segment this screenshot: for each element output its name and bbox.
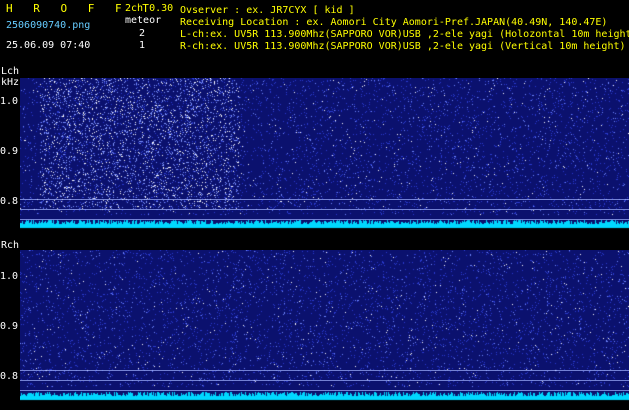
rch-spectrogram (20, 250, 629, 401)
lch-canvas (20, 78, 629, 229)
count-rch: 1 (139, 40, 146, 51)
rch-canvas (20, 250, 629, 401)
lch-info-line: L-ch:ex. UV5R 113.900Mhz(SAPPORO VOR)USB… (180, 29, 629, 40)
rch-marker-line-3 (20, 390, 629, 391)
rch-label: Rch (1, 240, 20, 251)
rch-marker-line-1 (20, 370, 629, 371)
lch-spectrogram (20, 78, 629, 229)
rch-marker-line-2 (20, 380, 629, 381)
rch-freq-1: 1.0 (0, 271, 19, 282)
datetime: 25.06.09 07:40 (6, 40, 91, 51)
type-label: meteor (125, 15, 162, 26)
observer-line: Ovserver : ex. JR7CYX [ kid ] (180, 5, 355, 16)
rch-freq-2: 0.9 (0, 321, 19, 332)
version-label: 2ch 0.30 (125, 3, 174, 14)
lch-freq-2: 0.9 (0, 146, 19, 157)
filename: 2506090740.png (6, 20, 91, 31)
count-lch: 2 (139, 28, 146, 39)
lch-marker-line-1 (20, 199, 629, 200)
location-line: Receiving Location : ex. Aomori City Aom… (180, 17, 608, 28)
lch-freq-1: 1.0 (0, 96, 19, 107)
lch-freq-3: 0.8 (0, 196, 19, 207)
rch-freq-3: 0.8 (0, 371, 19, 382)
lch-unit: kHz (1, 77, 20, 88)
lch-label: Lch (1, 66, 20, 77)
rch-info-line: R-ch:ex. UV5R 113.900Mhz(SAPPORO VOR)USB… (180, 41, 626, 52)
lch-marker-line-3 (20, 219, 629, 220)
lch-marker-line-2 (20, 209, 629, 210)
